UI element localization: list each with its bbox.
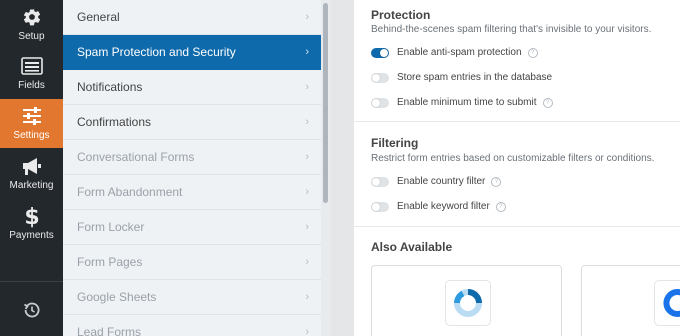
section-divider: [354, 226, 680, 227]
menu-item-form-pages[interactable]: Form Pages ›: [63, 245, 321, 280]
sidebar-setup-label: Setup: [18, 31, 45, 42]
menu-item-confirmations[interactable]: Confirmations ›: [63, 105, 321, 140]
fields-list-icon: [0, 55, 63, 77]
settings-menu: General › Spam Protection and Security ›…: [63, 0, 321, 336]
toggle-min-time-label: Enable minimum time to submit: [397, 97, 537, 108]
protection-description: Behind-the-scenes spam filtering that's …: [371, 24, 652, 35]
sidebar-marketing[interactable]: Marketing: [0, 149, 63, 198]
section-divider: [354, 121, 680, 122]
help-icon[interactable]: ?: [495, 202, 506, 212]
chevron-right-icon: ›: [305, 46, 309, 58]
settings-content: Protection Behind-the-scenes spam filter…: [354, 0, 680, 336]
menu-item-label: Form Abandonment: [77, 185, 183, 199]
chevron-right-icon: ›: [305, 151, 309, 163]
menu-item-spam-protection[interactable]: Spam Protection and Security ›: [63, 35, 321, 70]
toggle-keyword-filter-row: Enable keyword filter?: [397, 201, 506, 212]
menu-item-general[interactable]: General ›: [63, 0, 321, 35]
menu-item-label: General: [77, 10, 120, 24]
sidebar-fields[interactable]: Fields: [0, 49, 63, 98]
toggle-store-spam-label: Store spam entries in the database: [397, 72, 553, 83]
panel-gutter: [331, 0, 354, 336]
help-icon[interactable]: ?: [527, 48, 538, 58]
help-icon[interactable]: ?: [491, 177, 502, 187]
chevron-right-icon: ›: [305, 116, 309, 128]
menu-item-label: Lead Forms: [77, 325, 142, 336]
toggle-knob: [372, 178, 380, 186]
gear-icon: [0, 6, 63, 28]
sidebar-divider: [0, 281, 63, 282]
addon-card[interactable]: [371, 265, 562, 336]
toggle-anti-spam-row: Enable anti-spam protection?: [397, 47, 538, 58]
protection-title: Protection: [371, 8, 431, 22]
menu-item-notifications[interactable]: Notifications ›: [63, 70, 321, 105]
sliders-icon: [0, 105, 63, 127]
menu-scrollbar-thumb[interactable]: [323, 3, 328, 203]
menu-item-label: Notifications: [77, 80, 143, 94]
builder-sidebar: Setup Fields Settings Marketing $ Paymen…: [0, 0, 63, 336]
menu-item-label: Form Locker: [77, 220, 145, 234]
toggle-country-filter-row: Enable country filter?: [397, 176, 502, 187]
addon-card[interactable]: [581, 265, 680, 336]
megaphone-icon: [0, 155, 63, 177]
menu-item-form-locker[interactable]: Form Locker ›: [63, 210, 321, 245]
toggle-store-spam-row: Store spam entries in the database: [397, 72, 552, 83]
menu-item-label: Form Pages: [77, 255, 143, 269]
toggle-knob: [372, 99, 380, 107]
menu-item-conversational-forms[interactable]: Conversational Forms ›: [63, 140, 321, 175]
toggle-store-spam[interactable]: [371, 73, 389, 83]
toggle-keyword-filter[interactable]: [371, 202, 389, 212]
toggle-keyword-filter-label: Enable keyword filter: [397, 201, 490, 212]
menu-item-google-sheets[interactable]: Google Sheets ›: [63, 280, 321, 315]
help-icon[interactable]: ?: [542, 98, 553, 108]
menu-item-label: Spam Protection and Security: [77, 45, 236, 59]
toggle-country-filter-label: Enable country filter: [397, 176, 486, 187]
chevron-right-icon: ›: [305, 291, 309, 303]
sidebar-payments[interactable]: $ Payments: [0, 199, 63, 248]
filtering-title: Filtering: [371, 136, 419, 150]
sidebar-settings[interactable]: Settings: [0, 99, 63, 148]
toggle-knob: [380, 49, 388, 57]
sidebar-marketing-label: Marketing: [9, 180, 54, 191]
sidebar-payments-label: Payments: [9, 230, 54, 241]
chevron-right-icon: ›: [305, 186, 309, 198]
toggle-anti-spam-label: Enable anti-spam protection: [397, 47, 522, 58]
menu-item-form-abandonment[interactable]: Form Abandonment ›: [63, 175, 321, 210]
chevron-right-icon: ›: [305, 326, 309, 336]
toggle-knob: [372, 203, 380, 211]
menu-item-label: Confirmations: [77, 115, 152, 129]
addon-logo-icon: [445, 280, 491, 326]
dollar-icon: $: [0, 205, 63, 228]
chevron-right-icon: ›: [305, 81, 309, 93]
sidebar-setup[interactable]: Setup: [0, 0, 63, 49]
toggle-knob: [372, 74, 380, 82]
menu-item-label: Conversational Forms: [77, 150, 195, 164]
menu-item-lead-forms[interactable]: Lead Forms ›: [63, 315, 321, 336]
sidebar-fields-label: Fields: [18, 80, 45, 91]
toggle-anti-spam[interactable]: [371, 48, 389, 58]
toggle-min-time[interactable]: [371, 98, 389, 108]
history-icon[interactable]: [20, 298, 44, 322]
also-available-title: Also Available: [371, 240, 453, 254]
addon-logo-icon: [654, 280, 680, 326]
chevron-right-icon: ›: [305, 256, 309, 268]
svg-text:$: $: [25, 205, 39, 228]
chevron-right-icon: ›: [305, 11, 309, 23]
menu-item-label: Google Sheets: [77, 290, 157, 304]
toggle-country-filter[interactable]: [371, 177, 389, 187]
filtering-description: Restrict form entries based on customiza…: [371, 153, 655, 164]
sidebar-settings-label: Settings: [13, 130, 50, 141]
toggle-min-time-row: Enable minimum time to submit?: [397, 97, 553, 108]
chevron-right-icon: ›: [305, 221, 309, 233]
